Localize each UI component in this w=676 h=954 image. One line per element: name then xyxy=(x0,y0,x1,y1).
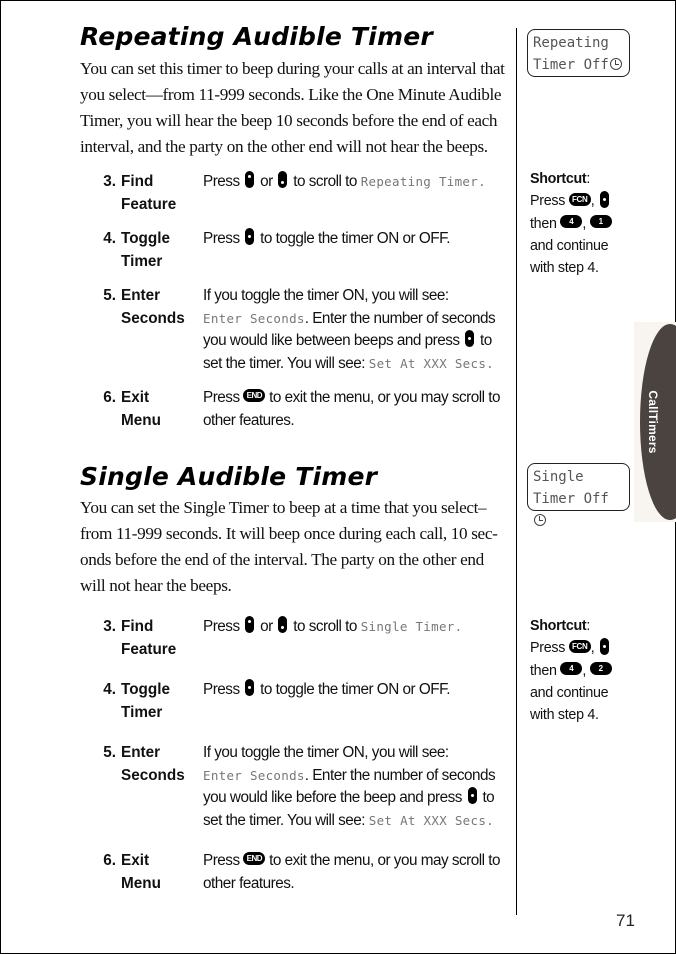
side-tab-label: CallTimers xyxy=(646,390,660,454)
select-key-icon xyxy=(600,191,610,209)
phone-display-repeating: Repeating Timer Off xyxy=(527,29,630,77)
section-title-repeating: Repeating Audible Timer xyxy=(80,22,433,51)
select-key-icon xyxy=(245,228,255,246)
step-number: 6. xyxy=(103,389,116,406)
step-number: 3. xyxy=(103,618,116,635)
section-title-single: Single Audible Timer xyxy=(80,462,378,491)
scroll-down-key-icon xyxy=(278,171,288,189)
step-name: Find Feature xyxy=(121,173,177,213)
step-name: Exit Menu xyxy=(121,852,161,892)
step-body: Press END to exit the menu, or you may s… xyxy=(203,389,501,429)
fcn-key-icon: FCN xyxy=(568,193,591,207)
step-body: Press to toggle the timer ON or OFF. xyxy=(203,679,450,698)
step-body: Press END to exit the menu, or you may s… xyxy=(203,852,501,892)
select-key-icon xyxy=(245,679,255,697)
lcd-text: Repeating Timer xyxy=(360,174,479,189)
step-name: Exit Menu xyxy=(121,389,161,429)
step-number: 5. xyxy=(103,744,116,761)
display-line-2: Timer Off xyxy=(533,54,629,76)
step-body: Press to toggle the timer ON or OFF. xyxy=(203,228,450,247)
section-intro-repeating: You can set this timer to beep during yo… xyxy=(80,59,505,156)
step-number: 5. xyxy=(103,287,116,304)
lcd-text: Enter Seconds xyxy=(203,767,305,783)
step-body: If you toggle the timer ON, you will see… xyxy=(203,287,496,372)
shortcut-label: Shortcut xyxy=(530,618,587,634)
select-key-icon xyxy=(467,787,477,805)
scroll-up-key-icon xyxy=(245,616,255,634)
step-name: Toggle Timer xyxy=(121,230,170,270)
lcd-text: Set At XXX Secs xyxy=(368,355,487,371)
column-divider xyxy=(516,28,517,915)
step-body: Press or to scroll to Repeating Timer. xyxy=(203,171,486,190)
number-key-icon: 4 xyxy=(560,215,583,229)
step-number: 4. xyxy=(103,230,116,247)
shortcut-single: Shortcut: Press FCN, then 4, 2 and conti… xyxy=(530,615,640,726)
step-number: 6. xyxy=(103,852,116,869)
display-line-2: Timer Off xyxy=(533,488,629,532)
end-key-icon: END xyxy=(243,852,266,866)
shortcut-repeating: Shortcut: Press FCN, then 4, 1 and conti… xyxy=(530,168,640,279)
clock-icon xyxy=(534,514,546,526)
shortcut-label: Shortcut xyxy=(530,171,587,187)
phone-display-single: Single Timer Off xyxy=(527,463,630,526)
number-key-icon: 1 xyxy=(589,215,612,229)
step-number: 4. xyxy=(103,681,116,698)
number-key-icon: 2 xyxy=(589,662,612,676)
select-key-icon xyxy=(600,638,610,656)
scroll-up-key-icon xyxy=(245,171,255,189)
lcd-text: Enter Seconds xyxy=(203,310,305,326)
scroll-down-key-icon xyxy=(278,616,288,634)
step-name: Toggle Timer xyxy=(121,681,170,721)
display-line-1: Single xyxy=(533,469,584,485)
select-key-icon xyxy=(465,330,475,348)
section-intro-single: You can set the Single Timer to beep at … xyxy=(80,498,498,595)
step-number: 3. xyxy=(103,173,116,190)
step-name: Enter Seconds xyxy=(121,287,185,327)
end-key-icon: END xyxy=(243,389,266,403)
lcd-text: Single Timer xyxy=(360,619,455,634)
step-name: Find Feature xyxy=(121,618,177,658)
step-body: If you toggle the timer ON, you will see… xyxy=(203,744,496,829)
display-line-1: Repeating xyxy=(533,35,609,51)
fcn-key-icon: FCN xyxy=(568,640,591,654)
step-body: Press or to scroll to Single Timer. xyxy=(203,616,463,635)
number-key-icon: 4 xyxy=(560,662,583,676)
page-number: 71 xyxy=(616,911,635,930)
lcd-text: Set At XXX Secs xyxy=(368,812,487,828)
step-name: Enter Seconds xyxy=(121,744,185,784)
clock-icon xyxy=(609,58,622,70)
